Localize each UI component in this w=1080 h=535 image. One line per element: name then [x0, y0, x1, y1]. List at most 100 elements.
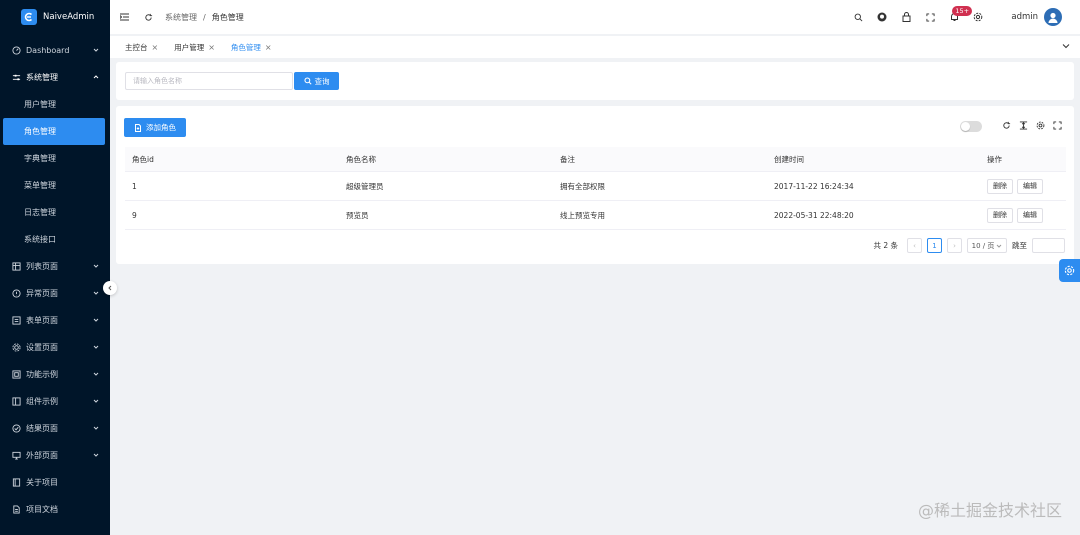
- tabs-more-chevron-icon[interactable]: [1062, 42, 1070, 50]
- sidebar-item-label: 组件示例: [26, 397, 58, 406]
- sidebar-subitem-api[interactable]: 系统接口: [0, 226, 110, 253]
- component-icon: [11, 397, 21, 407]
- grid-icon: [11, 370, 21, 380]
- sidebar-subitem-menu[interactable]: 菜单管理: [0, 172, 110, 199]
- sidebar-item-label: Dashboard: [26, 46, 70, 55]
- sidebar-item-label: 关于项目: [26, 478, 58, 487]
- fullscreen-icon[interactable]: [1053, 121, 1062, 132]
- page-number-button[interactable]: 1: [927, 238, 942, 253]
- table-header: 角色id 角色名称 备注 创建时间 操作: [125, 147, 1066, 172]
- avatar[interactable]: [1044, 8, 1062, 26]
- close-icon[interactable]: ×: [208, 43, 215, 52]
- sidebar-item-features[interactable]: 功能示例: [0, 361, 110, 388]
- sidebar-item-result[interactable]: 结果页面: [0, 415, 110, 442]
- github-icon[interactable]: [877, 12, 887, 22]
- bell-icon[interactable]: 15+: [949, 6, 973, 22]
- edit-button[interactable]: 编辑: [1017, 207, 1043, 223]
- sidebar-item-label: 异常页面: [26, 289, 58, 298]
- column-settings-icon[interactable]: [1036, 121, 1045, 132]
- sidebar-collapse-button[interactable]: [103, 281, 117, 295]
- chevron-up-icon: [93, 75, 99, 79]
- watermark: @稀土掘金技术社区: [917, 501, 1062, 520]
- top-header: 系统管理 / 角色管理 15+ admin: [110, 0, 1080, 34]
- edit-button[interactable]: 编辑: [1017, 178, 1043, 194]
- sidebar-item-exception[interactable]: 异常页面: [0, 280, 110, 307]
- table-row: 9 预览员 线上预览专用 2022-05-31 22:48:20 删除 编辑: [125, 201, 1066, 230]
- check-circle-icon: [11, 424, 21, 434]
- delete-button[interactable]: 删除: [987, 178, 1013, 194]
- search-button[interactable]: 查询: [294, 72, 339, 90]
- chevron-down-icon: [93, 264, 99, 268]
- gear-icon[interactable]: [973, 12, 983, 22]
- sidebar-subitem-log[interactable]: 日志管理: [0, 199, 110, 226]
- column-header: 备注: [560, 154, 575, 164]
- sidebar-item-label: 设置页面: [26, 343, 58, 352]
- table-row: 1 超级管理员 拥有全部权限 2017-11-22 16:24:34 删除 编辑: [125, 172, 1066, 201]
- jump-label: 跳至: [1012, 241, 1027, 250]
- sidebar-subitem-dict[interactable]: 字典管理: [0, 145, 110, 172]
- document-add-icon: [135, 123, 141, 132]
- notification-badge: 15+: [952, 6, 973, 16]
- chevron-down-icon: [93, 372, 99, 376]
- refresh-icon[interactable]: [1002, 121, 1011, 132]
- chevron-down-icon: [93, 48, 99, 52]
- sidebar-item-dashboard[interactable]: Dashboard: [0, 37, 110, 64]
- table-toolbar: [960, 121, 1062, 132]
- chevron-down-icon: [997, 244, 1002, 248]
- cell-actions: 删除 编辑: [981, 178, 1066, 194]
- menu-fold-icon[interactable]: [119, 12, 129, 22]
- cell-id: 1: [132, 181, 137, 191]
- sidebar-item-docs[interactable]: 项目文档: [0, 496, 110, 523]
- cell-id: 9: [132, 210, 137, 220]
- refresh-icon[interactable]: [143, 12, 153, 22]
- role-table: 角色id 角色名称 备注 创建时间 操作 1 超级管理员 拥有全部权限 2017…: [125, 147, 1066, 230]
- role-name-search-input[interactable]: [125, 72, 293, 90]
- cell-name: 超级管理员: [346, 181, 384, 191]
- sidebar-subitem-role[interactable]: 角色管理: [3, 118, 105, 145]
- cell-remark: 拥有全部权限: [560, 181, 605, 191]
- sidebar-item-components[interactable]: 组件示例: [0, 388, 110, 415]
- lock-icon[interactable]: [901, 12, 911, 22]
- search-icon[interactable]: [853, 12, 863, 22]
- sidebar-item-system[interactable]: 系统管理: [0, 64, 110, 91]
- column-height-icon[interactable]: [1019, 121, 1028, 132]
- close-icon[interactable]: ×: [265, 43, 272, 52]
- add-role-button[interactable]: 添加角色: [124, 118, 186, 137]
- sidebar-item-label: 结果页面: [26, 424, 58, 433]
- sidebar-item-settings[interactable]: 设置页面: [0, 334, 110, 361]
- theme-settings-button[interactable]: [1059, 259, 1080, 282]
- sidebar-item-about[interactable]: 关于项目: [0, 469, 110, 496]
- header-actions: 15+ admin: [853, 0, 1080, 34]
- chevron-down-icon: [93, 345, 99, 349]
- cell-created: 2017-11-22 16:24:34: [774, 181, 854, 191]
- page-size-select[interactable]: 10 / 页: [967, 238, 1007, 253]
- next-page-button[interactable]: ›: [947, 238, 962, 253]
- breadcrumb-item[interactable]: 系统管理: [165, 12, 197, 23]
- search-icon: [303, 77, 312, 85]
- tab-dashboard[interactable]: 主控台 ×: [119, 39, 164, 56]
- breadcrumb: 系统管理 / 角色管理: [165, 12, 244, 23]
- add-role-label: 添加角色: [146, 123, 176, 132]
- fullscreen-icon[interactable]: [925, 12, 935, 22]
- avatar-image-icon: [1048, 12, 1058, 23]
- sidebar-item-label: 功能示例: [26, 370, 58, 379]
- close-icon[interactable]: ×: [152, 43, 159, 52]
- sidebar-item-form[interactable]: 表单页面: [0, 307, 110, 334]
- tab-user-management[interactable]: 用户管理 ×: [168, 39, 221, 56]
- sidebar-item-external[interactable]: 外部页面: [0, 442, 110, 469]
- gear-icon: [1064, 265, 1075, 276]
- app-title: NaiveAdmin: [43, 12, 95, 22]
- column-header: 角色名称: [346, 154, 376, 164]
- sidebar: NaiveAdmin Dashboard 系统管理 用户管理 角色管理 字典管理…: [0, 0, 110, 535]
- jump-page-input[interactable]: [1032, 238, 1065, 253]
- prev-page-button[interactable]: ‹: [907, 238, 922, 253]
- cell-remark: 线上预览专用: [560, 210, 605, 220]
- app-logo[interactable]: NaiveAdmin: [0, 0, 110, 34]
- sidebar-item-list[interactable]: 列表页面: [0, 253, 110, 280]
- tab-role-management[interactable]: 角色管理 ×: [225, 39, 278, 56]
- striped-toggle[interactable]: [960, 121, 982, 132]
- delete-button[interactable]: 删除: [987, 207, 1013, 223]
- username[interactable]: admin: [1011, 12, 1038, 22]
- tab-label: 主控台: [125, 42, 148, 52]
- sidebar-subitem-user[interactable]: 用户管理: [0, 91, 110, 118]
